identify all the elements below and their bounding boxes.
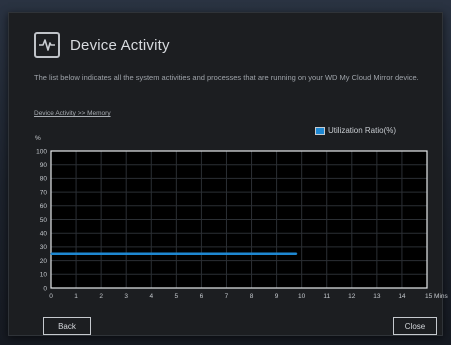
dialog-title: Device Activity [70, 36, 170, 54]
page-background: Device Activity The list below indicates… [0, 0, 451, 345]
x-tick-label: 11 [323, 293, 330, 300]
activity-pulse-icon [34, 32, 60, 58]
x-tick-label: 13 [373, 293, 381, 300]
dialog-header: Device Activity [34, 31, 170, 59]
breadcrumb-link[interactable]: Device Activity >> Memory [34, 110, 111, 117]
data-point [75, 253, 77, 255]
x-tick-label: 1 [74, 293, 78, 300]
x-tick-label: 8 [250, 293, 254, 300]
y-tick-label: 10 [40, 272, 48, 279]
y-tick-label: 40 [40, 231, 48, 238]
y-tick-label: 80 [40, 176, 48, 183]
data-point [276, 253, 278, 255]
data-point [296, 253, 298, 255]
y-tick-label: 0 [43, 285, 47, 292]
data-point [100, 253, 102, 255]
data-point [125, 253, 127, 255]
x-tick-label: 14 [398, 293, 406, 300]
x-tick-label: 12 [348, 293, 356, 300]
x-tick-label: 4 [149, 293, 153, 300]
legend-label: Utilization Ratio(%) [328, 126, 397, 135]
data-point [225, 253, 228, 255]
data-point [200, 253, 202, 255]
y-tick-label: 20 [40, 258, 48, 265]
x-tick-label: 15 Mins [425, 293, 449, 300]
data-point [250, 253, 253, 255]
y-tick-label: 70 [40, 189, 48, 196]
x-tick-label: 9 [275, 293, 279, 300]
close-button[interactable]: Close [393, 317, 437, 335]
device-activity-dialog: Device Activity The list below indicates… [8, 12, 449, 336]
memory-utilization-chart: 100 90 80 70 60 50 40 30 20 10 0 0 1 2 3 4 5 6 7 8 9 10 11 12 13… [29, 141, 449, 303]
x-tick-label: 5 [175, 293, 179, 300]
back-button[interactable]: Back [43, 317, 91, 335]
x-tick-label: 2 [99, 293, 103, 300]
data-point [50, 253, 52, 255]
y-tick-label: 50 [40, 217, 48, 224]
dialog-description: The list below indicates all the system … [34, 73, 419, 82]
chart-svg: 10090807060504030201000 1 2 3 4 5 6 7 8 9 10 11 12 13… [36, 148, 449, 300]
x-tick-label: 6 [200, 293, 204, 300]
x-tick-label: 10 [298, 293, 306, 300]
legend-swatch [315, 126, 325, 135]
x-tick-label: 3 [124, 293, 128, 300]
chart-legend: Utilization Ratio(%) [315, 126, 396, 135]
data-point [175, 253, 177, 255]
x-tick-label: 7 [225, 293, 229, 300]
y-tick-label: 60 [40, 203, 48, 210]
data-point [150, 253, 152, 255]
y-tick-label: 90 [40, 162, 48, 169]
y-tick-label: 30 [40, 244, 48, 251]
y-tick-label: 100 [36, 148, 47, 155]
x-tick-label: 0 [49, 293, 53, 300]
activity-pulse-glyph [39, 39, 55, 51]
